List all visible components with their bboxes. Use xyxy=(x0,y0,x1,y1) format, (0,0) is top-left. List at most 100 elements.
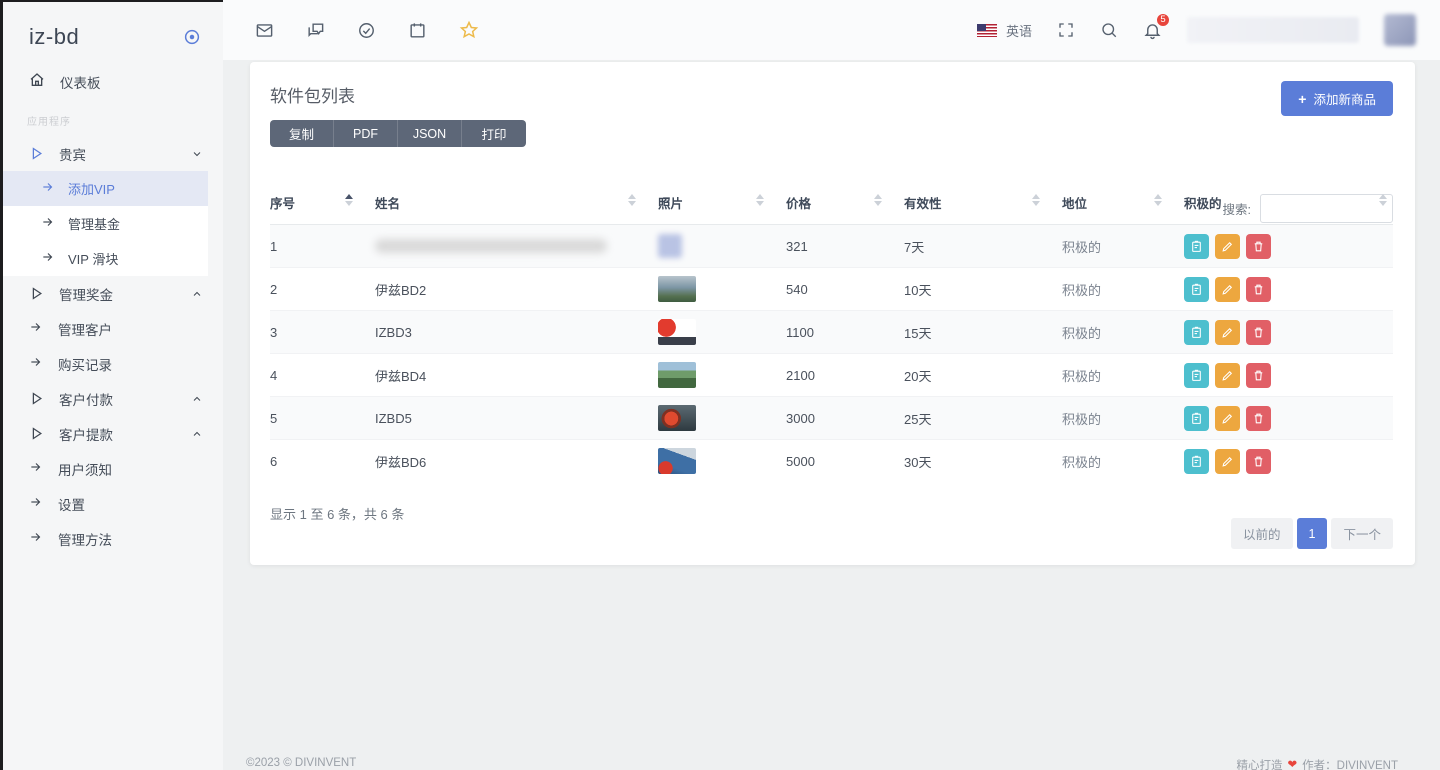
cell-price: 540 xyxy=(786,268,904,311)
sort-icons[interactable] xyxy=(874,194,882,206)
sidebar-item-label: VIP 滑块 xyxy=(68,249,118,268)
arrow-right-icon xyxy=(41,180,55,197)
packages-table: 序号 姓名 照片 价格 有效性 地位 积极的 1 321 7天 积极 xyxy=(270,185,1393,483)
table-row: 3 IZBD3 1100 15天 积极的 xyxy=(270,311,1393,354)
sidebar-item-manage-fund[interactable]: 管理基金 xyxy=(3,206,208,241)
product-photo xyxy=(658,276,696,302)
copy-button[interactable]: 复制 xyxy=(270,120,334,147)
next-page-button[interactable]: 下一个 xyxy=(1331,518,1393,549)
cell-status: 积极的 xyxy=(1062,354,1184,397)
edit-button[interactable] xyxy=(1215,406,1240,431)
fullscreen-icon[interactable] xyxy=(1057,21,1075,39)
search-icon[interactable] xyxy=(1100,21,1118,39)
json-button[interactable]: JSON xyxy=(398,120,462,147)
sidebar-item-customer-withdrawals[interactable]: 客户提款 xyxy=(3,416,223,451)
edit-button[interactable] xyxy=(1215,363,1240,388)
topbar: 英语 5 xyxy=(223,0,1440,60)
arrow-right-icon xyxy=(29,530,43,547)
cell-id: 5 xyxy=(270,397,375,440)
table-row: 1 321 7天 积极的 xyxy=(270,225,1393,268)
sidebar-item-manage-methods[interactable]: 管理方法 xyxy=(3,521,223,556)
language-selector[interactable]: 英语 xyxy=(977,21,1032,40)
edit-button[interactable] xyxy=(1215,320,1240,345)
edit-button[interactable] xyxy=(1215,234,1240,259)
print-button[interactable]: 打印 xyxy=(462,120,526,147)
sidebar-item-add-vip[interactable]: 添加VIP xyxy=(3,171,208,206)
column-header-status[interactable]: 地位 xyxy=(1062,185,1184,225)
pdf-button[interactable]: PDF xyxy=(334,120,398,147)
export-button-group: 复制 PDF JSON 打印 xyxy=(270,120,526,147)
heart-icon: ❤ xyxy=(1288,757,1298,770)
arrow-right-icon xyxy=(29,320,43,337)
edit-button[interactable] xyxy=(1215,449,1240,474)
sort-icons[interactable] xyxy=(628,194,636,206)
view-button[interactable] xyxy=(1184,320,1209,345)
product-photo xyxy=(658,362,696,388)
sidebar-section-label: 应用程序 xyxy=(3,99,223,136)
sidebar-item-manage-customers[interactable]: 管理客户 xyxy=(3,311,223,346)
delete-button[interactable] xyxy=(1246,406,1271,431)
app-logo: iz-bd xyxy=(29,24,79,50)
add-product-button[interactable]: + 添加新商品 xyxy=(1281,81,1393,116)
pagination: 以前的 1 下一个 xyxy=(1231,518,1393,549)
cell-validity: 25天 xyxy=(904,397,1062,440)
calendar-icon[interactable] xyxy=(408,21,427,40)
sort-icons[interactable] xyxy=(1379,194,1387,206)
sort-icons[interactable] xyxy=(756,194,764,206)
sidebar-item-manage-bonus[interactable]: 管理奖金 xyxy=(3,276,223,311)
current-page-button[interactable]: 1 xyxy=(1297,518,1328,549)
sidebar-toggle-icon[interactable] xyxy=(183,28,201,46)
column-header-active[interactable]: 积极的 xyxy=(1184,185,1393,225)
cell-status: 积极的 xyxy=(1062,440,1184,483)
check-circle-icon[interactable] xyxy=(357,21,376,40)
sidebar-item-label: 管理方法 xyxy=(58,529,112,549)
sidebar-item-user-notice[interactable]: 用户须知 xyxy=(3,451,223,486)
sidebar-item-label: 贵宾 xyxy=(59,144,86,164)
column-header-validity[interactable]: 有效性 xyxy=(904,185,1062,225)
sidebar-item-vip[interactable]: 贵宾 xyxy=(3,136,223,171)
cell-price: 2100 xyxy=(786,354,904,397)
view-button[interactable] xyxy=(1184,363,1209,388)
topbar-quick-icons xyxy=(255,20,479,40)
sidebar-item-settings[interactable]: 设置 xyxy=(3,486,223,521)
previous-page-button[interactable]: 以前的 xyxy=(1231,518,1293,549)
star-icon[interactable] xyxy=(459,20,479,40)
sidebar-item-dashboard[interactable]: 仪表板 xyxy=(3,64,223,99)
column-header-id[interactable]: 序号 xyxy=(270,185,375,225)
sidebar-item-vip-slider[interactable]: VIP 滑块 xyxy=(3,241,208,276)
view-button[interactable] xyxy=(1184,277,1209,302)
delete-button[interactable] xyxy=(1246,363,1271,388)
cell-id: 2 xyxy=(270,268,375,311)
cell-photo xyxy=(658,268,786,311)
cell-id: 3 xyxy=(270,311,375,354)
delete-button[interactable] xyxy=(1246,320,1271,345)
delete-button[interactable] xyxy=(1246,449,1271,474)
pencil-icon xyxy=(1221,326,1234,339)
column-header-price[interactable]: 价格 xyxy=(786,185,904,225)
cell-id: 4 xyxy=(270,354,375,397)
view-button[interactable] xyxy=(1184,449,1209,474)
language-label: 英语 xyxy=(1006,21,1032,40)
cell-actions xyxy=(1184,440,1393,483)
view-button[interactable] xyxy=(1184,234,1209,259)
avatar[interactable] xyxy=(1384,14,1416,46)
column-header-photo[interactable]: 照片 xyxy=(658,185,786,225)
view-button[interactable] xyxy=(1184,406,1209,431)
cell-status: 积极的 xyxy=(1062,311,1184,354)
sort-icons[interactable] xyxy=(1032,194,1040,206)
sidebar-item-label: 用户须知 xyxy=(58,459,112,479)
chat-icon[interactable] xyxy=(306,21,325,40)
sidebar-item-label: 管理客户 xyxy=(58,319,112,339)
sort-icons[interactable] xyxy=(345,194,353,206)
cell-name: IZBD5 xyxy=(375,397,658,440)
delete-button[interactable] xyxy=(1246,234,1271,259)
trash-icon xyxy=(1252,412,1265,425)
delete-button[interactable] xyxy=(1246,277,1271,302)
column-header-name[interactable]: 姓名 xyxy=(375,185,658,225)
sidebar-item-purchase-records[interactable]: 购买记录 xyxy=(3,346,223,381)
notifications-bell[interactable]: 5 xyxy=(1143,21,1162,40)
edit-button[interactable] xyxy=(1215,277,1240,302)
sort-icons[interactable] xyxy=(1154,194,1162,206)
sidebar-item-customer-payments[interactable]: 客户付款 xyxy=(3,381,223,416)
mail-icon[interactable] xyxy=(255,21,274,40)
